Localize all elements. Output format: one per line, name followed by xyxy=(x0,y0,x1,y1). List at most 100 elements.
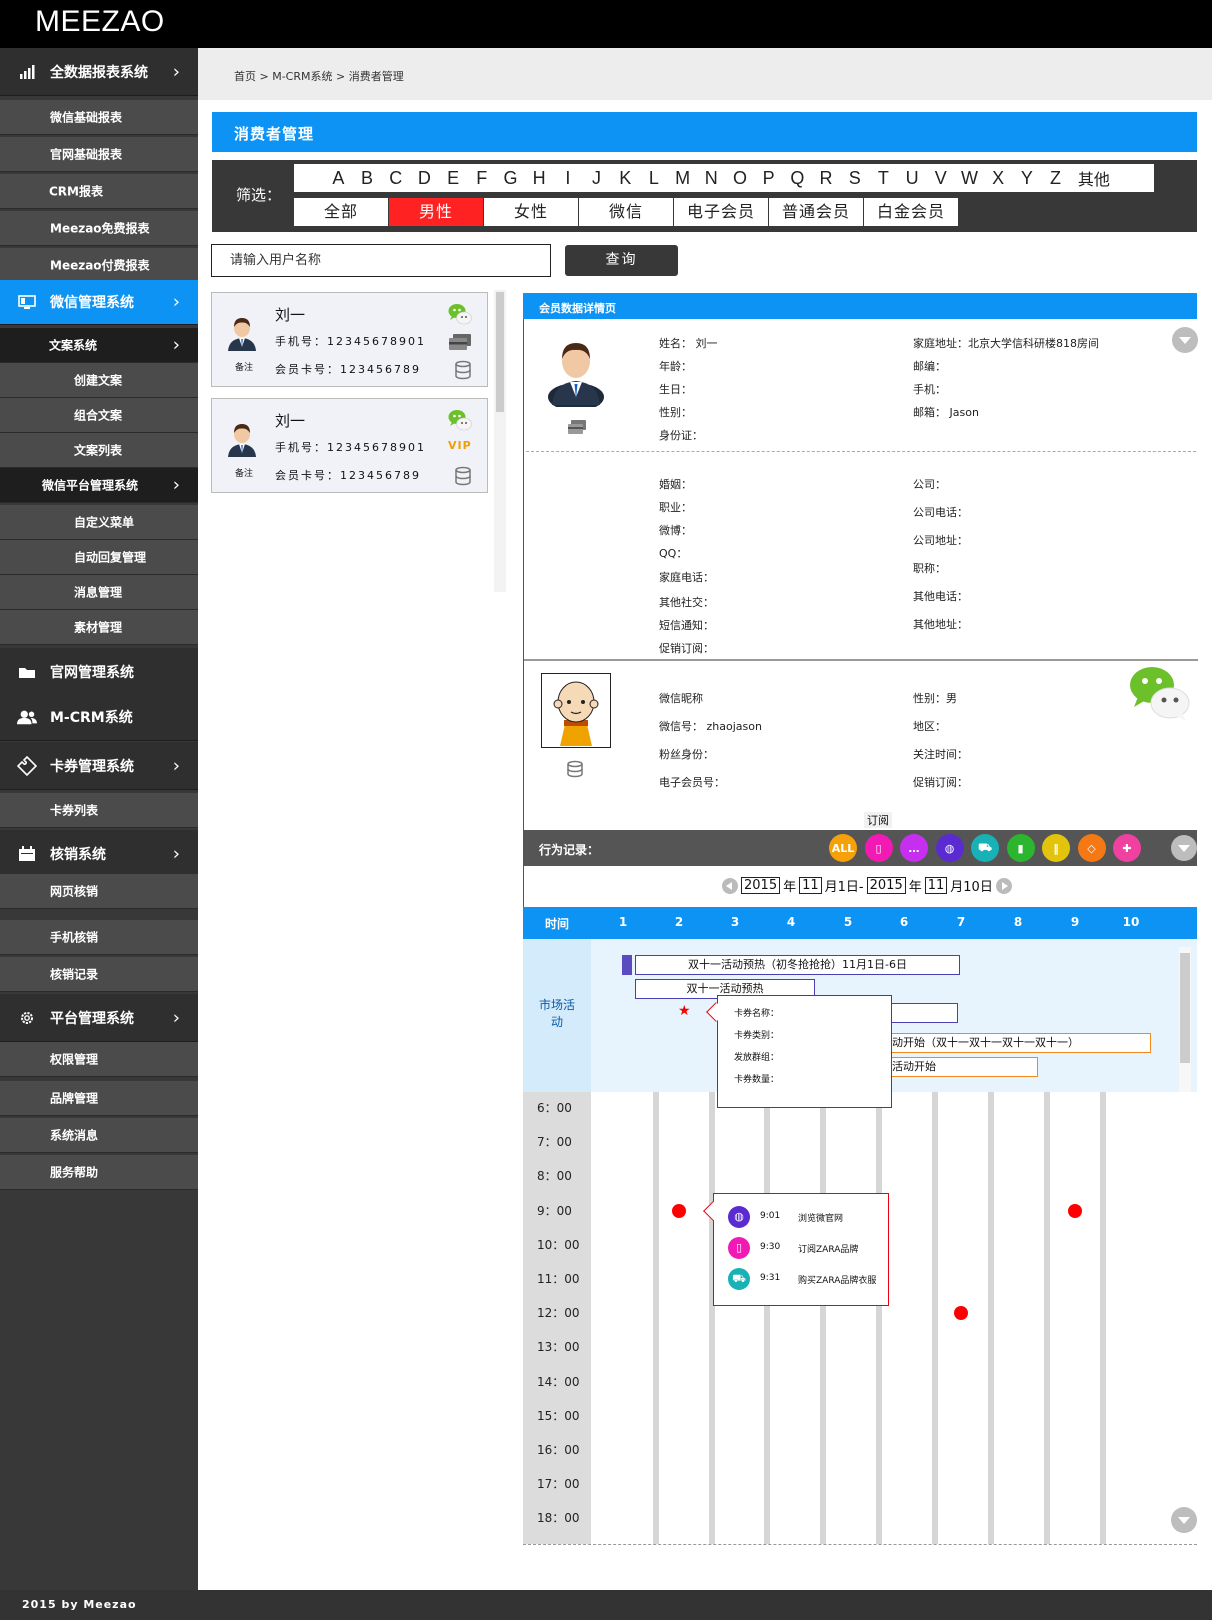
letter-S[interactable]: S xyxy=(840,168,869,189)
letter-R[interactable]: R xyxy=(812,168,841,189)
activity-dot[interactable] xyxy=(1068,1203,1082,1218)
letter-M[interactable]: M xyxy=(668,168,697,189)
letter-A[interactable]: A xyxy=(324,168,353,189)
phone-icon[interactable]: ▯ xyxy=(864,834,893,862)
barcode-icon[interactable]: ‖ xyxy=(1042,834,1070,862)
sidebar-item-sub-1[interactable]: 微信基础报表 xyxy=(0,100,198,135)
activity-dot[interactable] xyxy=(672,1203,686,1218)
search-input[interactable] xyxy=(212,245,550,276)
chat-icon[interactable]: … xyxy=(900,834,928,862)
cart-icon[interactable]: ⛟ xyxy=(971,834,999,862)
activity-event[interactable]: 十一活动开始（双十一双十一双十一双十一） xyxy=(853,1033,1151,1053)
sidebar-item-sub-26[interactable]: 品牌管理 xyxy=(0,1081,198,1116)
database-icon[interactable] xyxy=(566,760,584,782)
filter-category[interactable]: 男性 xyxy=(389,198,484,226)
letter-J[interactable]: J xyxy=(582,168,611,189)
activity-event[interactable]: 双十一活动预热（初冬抢抢抢）11月1日-6日 xyxy=(635,955,960,975)
sidebar-item-sub-4[interactable]: Meezao免费报表 xyxy=(0,211,198,246)
letter-F[interactable]: F xyxy=(467,168,496,189)
card-icon[interactable] xyxy=(448,333,472,355)
sidebar-item-sub-14[interactable]: 消息管理 xyxy=(0,575,198,610)
sidebar-item-folder[interactable]: 官网管理系统 xyxy=(0,648,198,696)
letter-K[interactable]: K xyxy=(611,168,640,189)
card-icon[interactable] xyxy=(567,419,587,439)
start-month[interactable]: 11 xyxy=(799,877,822,894)
list-scrollbar[interactable] xyxy=(494,290,506,592)
sidebar-item-sub-21[interactable]: 网页核销 xyxy=(0,874,198,909)
filter-category[interactable]: 全部 xyxy=(294,198,389,226)
sidebar-item-sub-23[interactable]: 核销记录 xyxy=(0,957,198,992)
wechat-icon[interactable] xyxy=(448,409,472,435)
letter-H[interactable]: H xyxy=(525,168,554,189)
end-year[interactable]: 2015 xyxy=(866,877,906,894)
prev-arrow-icon[interactable] xyxy=(722,877,738,894)
sidebar-item-sub-28[interactable]: 服务帮助 xyxy=(0,1155,198,1190)
letter-Y[interactable]: Y xyxy=(1013,168,1042,189)
sidebar-item-calendar[interactable]: 核销系统 › xyxy=(0,830,198,878)
sidebar-item-users[interactable]: M-CRM系统 xyxy=(0,693,198,741)
scroll-thumb[interactable] xyxy=(496,292,504,412)
subscribe-tag[interactable]: 订阅 xyxy=(864,812,892,828)
sidebar-item-sub-8[interactable]: 创建文案 xyxy=(0,363,198,398)
letter-C[interactable]: C xyxy=(381,168,410,189)
note-label[interactable]: 备注 xyxy=(235,360,253,373)
sidebar-item-item-11[interactable]: 微信平台管理系统 › xyxy=(0,468,198,503)
letter-V[interactable]: V xyxy=(926,168,955,189)
start-year[interactable]: 2015 xyxy=(741,877,781,894)
letter-G[interactable]: G xyxy=(496,168,525,189)
letter-U[interactable]: U xyxy=(898,168,927,189)
letter-B[interactable]: B xyxy=(353,168,382,189)
behavior-collapse-icon[interactable] xyxy=(1171,835,1197,861)
letter-P[interactable]: P xyxy=(754,168,783,189)
sidebar-item-sub-22[interactable]: 手机核销 xyxy=(0,920,198,955)
signal-icon[interactable]: ▮ xyxy=(1006,834,1035,862)
database-icon[interactable] xyxy=(454,466,472,490)
end-month[interactable]: 11 xyxy=(924,877,948,894)
timeline-collapse-icon[interactable] xyxy=(1171,1507,1197,1533)
star-icon[interactable]: ★ xyxy=(678,1003,691,1019)
tag-icon[interactable]: ◇ xyxy=(1077,834,1106,862)
sidebar-item-gear[interactable]: 平台管理系统 › xyxy=(0,994,198,1042)
sidebar-item-sub-9[interactable]: 组合文案 xyxy=(0,398,198,433)
sidebar-item-sub-5[interactable]: Meezao付费报表 xyxy=(0,248,198,283)
letter-I[interactable]: I xyxy=(554,168,583,189)
breadcrumb[interactable]: 首页 > M-CRM系统 > 消费者管理 xyxy=(234,68,404,84)
collapse-icon[interactable] xyxy=(1172,327,1198,353)
member-card[interactable]: 备注 刘一 手机号：12345678901 会员卡号：123456789 xyxy=(211,292,488,387)
letter-N[interactable]: N xyxy=(697,168,726,189)
sidebar-item-sub-15[interactable]: 素材管理 xyxy=(0,610,198,645)
sidebar-item-bar-chart[interactable]: 全数据报表系统 › xyxy=(0,48,198,96)
letter-W[interactable]: W xyxy=(955,168,984,189)
filter-category[interactable]: 女性 xyxy=(484,198,579,226)
market-scrollbar[interactable] xyxy=(1179,947,1191,1092)
letter-D[interactable]: D xyxy=(410,168,439,189)
note-label[interactable]: 备注 xyxy=(235,466,253,479)
letter-T[interactable]: T xyxy=(869,168,898,189)
sidebar-item-sub-25[interactable]: 权限管理 xyxy=(0,1042,198,1077)
scroll-thumb[interactable] xyxy=(1180,953,1190,1063)
sidebar-item-sub-12[interactable]: 自定义菜单 xyxy=(0,505,198,540)
sidebar-item-sub-3[interactable]: CRM报表 xyxy=(0,174,198,209)
sidebar-item-item-7[interactable]: 文案系统 › xyxy=(0,328,198,363)
letter-other[interactable]: 其他 xyxy=(1070,166,1118,190)
sidebar-item-sub-19[interactable]: 卡券列表 xyxy=(0,793,198,828)
sidebar-item-sub-27[interactable]: 系统消息 xyxy=(0,1118,198,1153)
activity-dot[interactable] xyxy=(954,1306,968,1321)
letter-O[interactable]: O xyxy=(726,168,755,189)
query-button[interactable]: 查询 xyxy=(565,245,678,276)
letter-L[interactable]: L xyxy=(640,168,669,189)
sidebar-item-ticket[interactable]: 卡券管理系统 › xyxy=(0,742,198,790)
next-arrow-icon[interactable] xyxy=(995,877,1012,894)
wechat-icon[interactable] xyxy=(448,303,472,329)
letter-Q[interactable]: Q xyxy=(783,168,812,189)
sidebar-item-sub-2[interactable]: 官网基础报表 xyxy=(0,137,198,172)
filter-category[interactable]: 白金会员 xyxy=(864,198,959,226)
sidebar-item-monitor[interactable]: 微信管理系统 › xyxy=(0,280,198,325)
letter-E[interactable]: E xyxy=(439,168,468,189)
sidebar-item-sub-13[interactable]: 自动回复管理 xyxy=(0,540,198,575)
member-card[interactable]: 备注 刘一 手机号：12345678901 会员卡号：123456789 VIP xyxy=(211,398,488,493)
database-icon[interactable] xyxy=(454,360,472,384)
gamepad-icon[interactable]: ✚ xyxy=(1113,834,1141,862)
filter-category[interactable]: 电子会员 xyxy=(674,198,769,226)
letter-Z[interactable]: Z xyxy=(1041,168,1070,189)
